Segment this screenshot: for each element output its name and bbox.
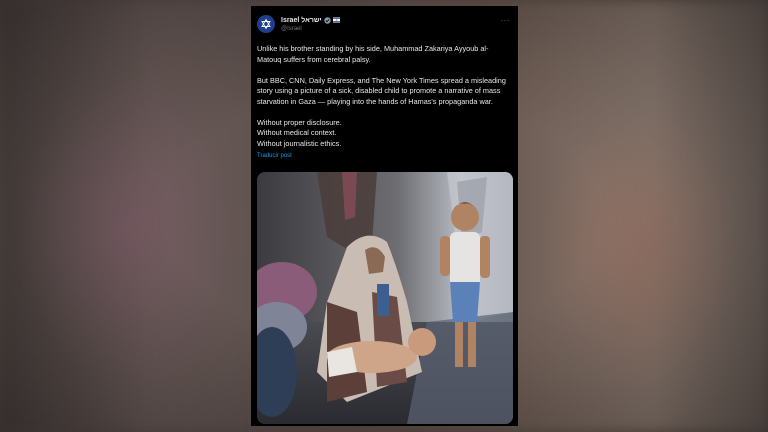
post-line-2: Without medical context. xyxy=(257,128,337,137)
post-line-1: Without proper disclosure. xyxy=(257,117,342,127)
name-line: Israel ישראל xyxy=(281,17,340,24)
more-options-button[interactable]: ··· xyxy=(501,16,511,25)
photo-illustration xyxy=(257,172,513,424)
post-text: Unlike his brother standing by his side,… xyxy=(257,44,512,162)
star-of-david-icon xyxy=(261,18,271,30)
translate-post-link[interactable]: Traducir post xyxy=(257,151,292,162)
display-name[interactable]: Israel ישראל xyxy=(281,17,322,24)
verified-badge-icon xyxy=(323,16,331,24)
post-paragraph-2: But BBC, CNN, Daily Express, and The New… xyxy=(257,75,506,106)
author-handle[interactable]: @Israel xyxy=(281,26,340,32)
post-line-3: Without journalistic ethics. xyxy=(257,138,342,148)
post-card[interactable]: Israel ישראל @Israel ··· Unlike his brot… xyxy=(251,6,518,426)
avatar[interactable] xyxy=(257,15,275,33)
flag-icon xyxy=(332,17,340,23)
post-photo[interactable] xyxy=(257,172,513,424)
author-names: Israel ישראל @Israel xyxy=(281,17,340,32)
post-paragraph-1: Unlike his brother standing by his side,… xyxy=(257,44,489,64)
post-header: Israel ישראל @Israel ··· xyxy=(257,12,512,36)
